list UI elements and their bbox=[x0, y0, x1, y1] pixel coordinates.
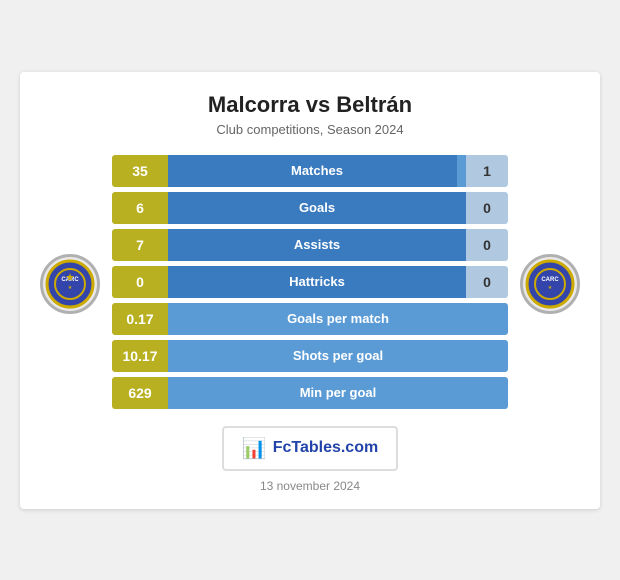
stat-full-row-shots-per-goal: 10.17 Shots per goal bbox=[112, 340, 508, 372]
right-team-badge: CARC ★ bbox=[520, 254, 580, 314]
match-subtitle: Club competitions, Season 2024 bbox=[40, 122, 580, 137]
stats-block: 35 Matches 1 6 Goals 0 7 Assists 0 0 bbox=[112, 155, 508, 414]
stat-bar-bg: Hattricks bbox=[168, 266, 466, 298]
logo-chart-icon: 📊 bbox=[242, 436, 267, 461]
stat-full-bar: Shots per goal bbox=[168, 340, 508, 372]
stat-full-row-goals-per-match: 0.17 Goals per match bbox=[112, 303, 508, 335]
stat-full-left-val: 0.17 bbox=[112, 303, 168, 335]
left-team-badge: CARC ★ bbox=[40, 254, 100, 314]
stat-row-assists: 7 Assists 0 bbox=[112, 229, 508, 261]
stat-full-label: Shots per goal bbox=[293, 348, 383, 363]
stat-right-val: 0 bbox=[466, 192, 508, 224]
logo-text: FcTables.com bbox=[273, 439, 379, 457]
stat-right-val: 0 bbox=[466, 266, 508, 298]
stat-full-bar: Goals per match bbox=[168, 303, 508, 335]
stat-full-left-val: 629 bbox=[112, 377, 168, 409]
stat-label: Matches bbox=[291, 163, 343, 178]
stat-row-hattricks: 0 Hattricks 0 bbox=[112, 266, 508, 298]
match-title: Malcorra vs Beltrán bbox=[40, 92, 580, 118]
stat-full-bar: Min per goal bbox=[168, 377, 508, 409]
stat-row-matches: 35 Matches 1 bbox=[112, 155, 508, 187]
stat-right-val: 1 bbox=[466, 155, 508, 187]
logo-section: 📊 FcTables.com bbox=[40, 426, 580, 471]
stat-left-val: 35 bbox=[112, 155, 168, 187]
svg-text:★: ★ bbox=[68, 285, 73, 291]
stat-right-val: 0 bbox=[466, 229, 508, 261]
stat-left-val: 6 bbox=[112, 192, 168, 224]
stat-full-label: Min per goal bbox=[300, 385, 377, 400]
stat-row-goals: 6 Goals 0 bbox=[112, 192, 508, 224]
footer-date: 13 november 2024 bbox=[40, 479, 580, 493]
svg-text:CARC: CARC bbox=[541, 277, 559, 283]
stat-full-label: Goals per match bbox=[287, 311, 389, 326]
stat-full-left-val: 10.17 bbox=[112, 340, 168, 372]
stat-bar-bg: Matches bbox=[168, 155, 466, 187]
stat-bar-bg: Goals bbox=[168, 192, 466, 224]
svg-text:★: ★ bbox=[548, 285, 553, 291]
main-content-row: CARC ★ 35 Matches 1 6 Goals 0 7 bbox=[40, 155, 580, 414]
stat-rows: 35 Matches 1 6 Goals 0 7 Assists 0 0 bbox=[112, 155, 508, 298]
stat-full-row-min-per-goal: 629 Min per goal bbox=[112, 377, 508, 409]
stat-bar-bg: Assists bbox=[168, 229, 466, 261]
stat-left-val: 7 bbox=[112, 229, 168, 261]
stat-label: Hattricks bbox=[289, 274, 345, 289]
comparison-card: Malcorra vs Beltrán Club competitions, S… bbox=[20, 72, 600, 509]
stat-label: Assists bbox=[294, 237, 340, 252]
stat-full-rows: 0.17 Goals per match 10.17 Shots per goa… bbox=[112, 303, 508, 409]
stat-left-val: 0 bbox=[112, 266, 168, 298]
fctables-logo: 📊 FcTables.com bbox=[222, 426, 398, 471]
stat-label: Goals bbox=[299, 200, 335, 215]
